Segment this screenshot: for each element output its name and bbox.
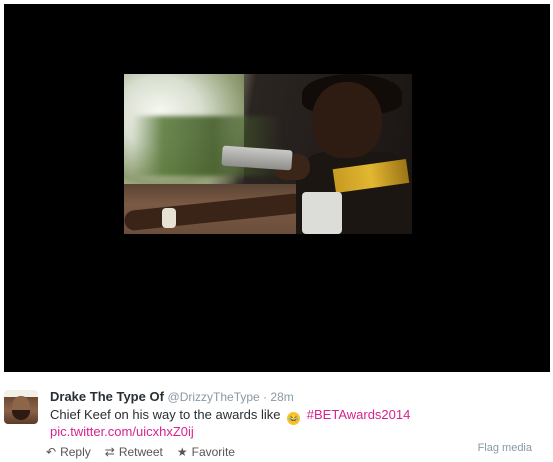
avatar[interactable] [4, 390, 38, 424]
photo-head [312, 82, 382, 158]
reply-icon: ↶ [46, 445, 57, 459]
favorite-label: Favorite [191, 445, 235, 459]
display-name[interactable]: Drake The Type Of [50, 389, 164, 404]
tweet-body: Chief Keef on his way to the awards like [50, 407, 281, 422]
reply-label: Reply [60, 445, 91, 459]
retweet-button[interactable]: ⇄ Retweet [105, 445, 163, 459]
hashtag-link[interactable]: #BETAwards2014 [307, 407, 411, 422]
tweet-timestamp[interactable]: 28m [270, 390, 293, 404]
laughing-emoji-icon: 😂 [287, 412, 301, 425]
media-frame [4, 4, 550, 372]
tweet: Drake The Type Of @DrizzyTheType · 28m C… [0, 376, 553, 462]
tweet-text: Chief Keef on his way to the awards like… [50, 407, 410, 425]
avatar-beard [12, 410, 30, 420]
flag-media-link[interactable]: Flag media [478, 442, 532, 454]
tweet-actions: ↶ Reply ⇄ Retweet ★ Favorite [46, 445, 235, 459]
star-icon: ★ [176, 445, 188, 459]
media-link[interactable]: pic.twitter.com/uicxhxZ0ij [50, 424, 194, 439]
photo-shirt-detail [302, 192, 342, 234]
tweet-header: Drake The Type Of @DrizzyTheType · 28m [50, 389, 294, 404]
tweet-photo[interactable] [124, 74, 412, 234]
header-separator: · [259, 390, 271, 404]
retweet-label: Retweet [118, 445, 163, 459]
photo-bracelet [162, 208, 176, 228]
user-handle[interactable]: @DrizzyTheType [168, 390, 260, 404]
favorite-button[interactable]: ★ Favorite [177, 445, 235, 459]
retweet-icon: ⇄ [104, 445, 115, 459]
reply-button[interactable]: ↶ Reply [46, 445, 91, 459]
